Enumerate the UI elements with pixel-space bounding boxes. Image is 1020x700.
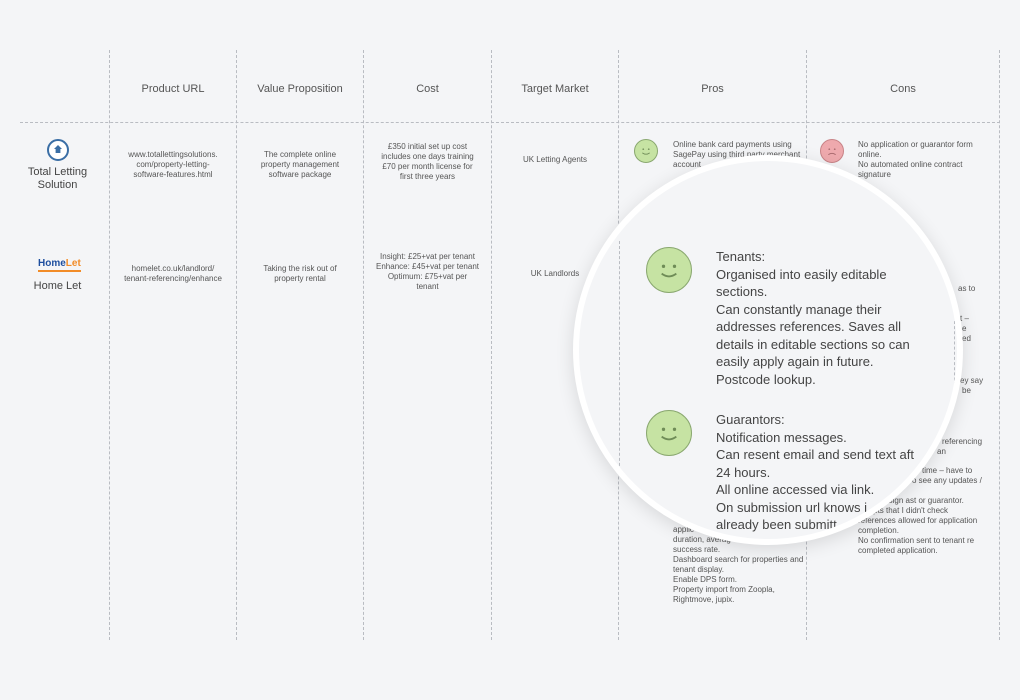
sad-face-icon (820, 139, 844, 163)
cons-fragment: be (962, 386, 971, 395)
cons-fragment: ey say (960, 376, 984, 385)
happy-face-icon (646, 247, 692, 293)
homelet-logo: HomeLet (38, 258, 81, 272)
cost-homelet: Insight: £25+vat per tenant Enhance: £45+… (376, 252, 479, 291)
target-market-total-letting: UK Letting Agents (522, 155, 588, 164)
pros-homelet: duration, averag success rate. Dashboard s… (673, 535, 804, 604)
cons-total-letting: No application or guarantor form online. N… (858, 140, 973, 179)
company-name-total-letting: Total Letting Solution (27, 166, 88, 191)
header-cost: Cost (416, 83, 439, 95)
company-name-homelet: Home Let (33, 280, 82, 292)
magnifier-lens: Tenants: Organised into easily editable … (573, 155, 963, 545)
header-pros: Pros (701, 83, 724, 95)
column-divider (954, 321, 955, 401)
cons-fragment: completed application. (858, 546, 938, 555)
column-divider (363, 50, 364, 640)
header-value-proposition: Value Proposition (257, 83, 343, 95)
cons-fragment: e (962, 324, 967, 333)
header-target-market: Target Market (521, 83, 589, 95)
happy-face-icon (634, 139, 658, 163)
column-divider (491, 50, 492, 640)
column-divider (619, 241, 620, 481)
product-url-homelet[interactable]: homelet.co.uk/landlord/tenant-referencin… (112, 264, 234, 284)
cons-fragment: o see any updates / (912, 476, 982, 485)
header-product-url: Product URL (141, 83, 205, 95)
column-divider (236, 50, 237, 640)
total-letting-logo-icon (47, 139, 69, 161)
column-divider (109, 50, 110, 640)
cons-fragment: t – (960, 314, 969, 323)
cons-fragment: as to (958, 284, 976, 293)
header-cons: Cons (890, 83, 916, 95)
happy-face-icon (646, 410, 692, 456)
product-url-total-letting[interactable]: www.totallettingsolutions. com/property-l… (112, 150, 234, 180)
cons-fragment: ed (962, 334, 971, 343)
value-prop-total-letting: The complete online property management so… (260, 150, 340, 179)
cons-fragment: No confirmation sent to tenant re (858, 536, 975, 545)
header-divider (20, 122, 1000, 123)
cons-fragment: time – have to (922, 466, 973, 475)
value-prop-homelet: Taking the risk out of property rental (263, 264, 337, 283)
cons-fragment: referencing (942, 437, 983, 446)
column-divider (999, 50, 1000, 640)
cost-total-letting: £350 initial set up cost includes one day… (381, 142, 474, 181)
pros-tenants-detail: Tenants: Organised into easily editable … (716, 249, 910, 387)
cons-fragment: an (937, 447, 946, 456)
pros-guarantors-detail: Guarantors: Notification messages. Can r… (716, 412, 915, 532)
